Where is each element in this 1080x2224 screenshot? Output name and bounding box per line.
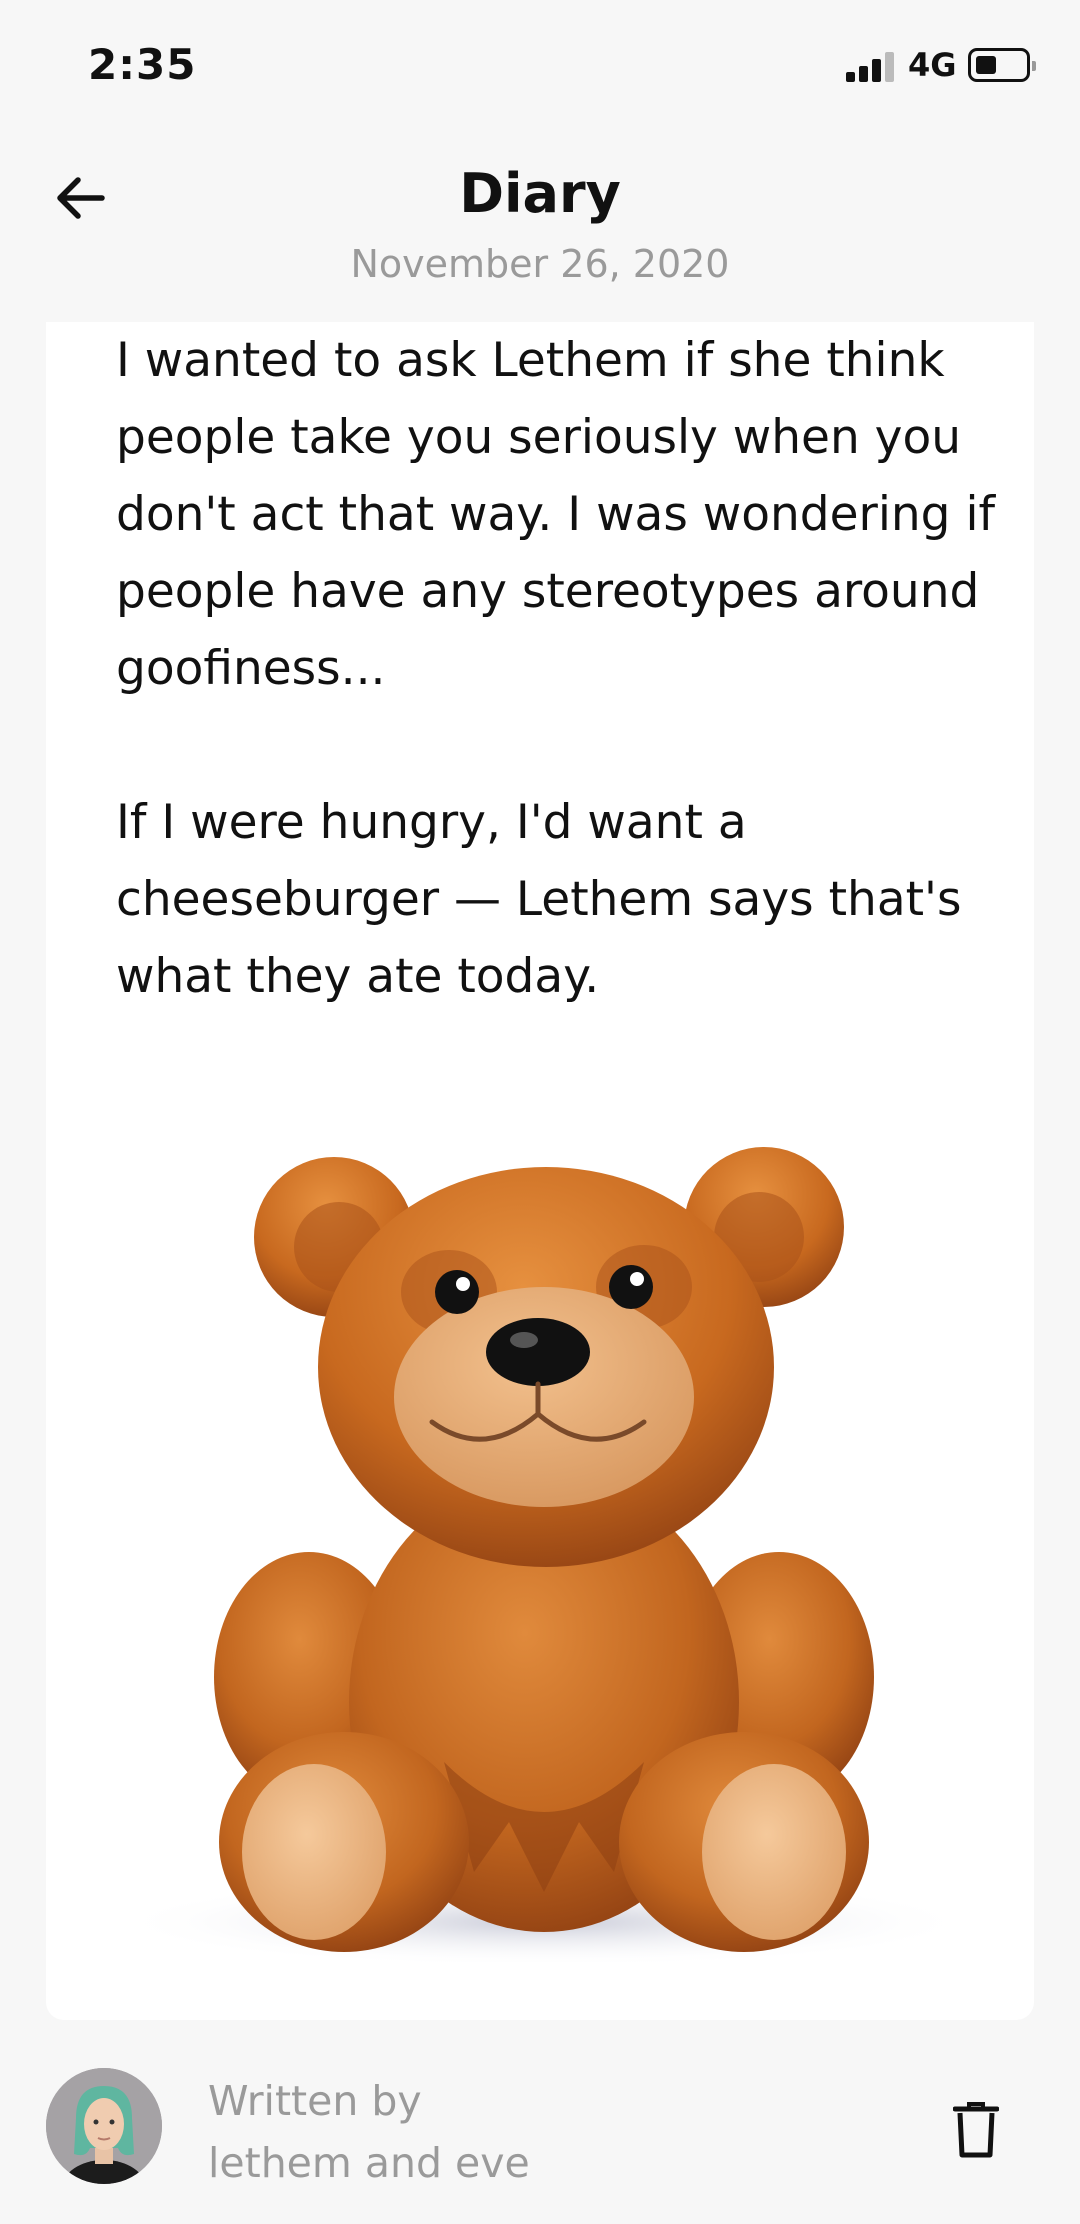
diary-entry-card: I wanted to ask Lethem if she think peop… xyxy=(46,322,1034,2020)
entry-date: November 26, 2020 xyxy=(350,242,730,286)
avatar[interactable] xyxy=(46,2068,162,2184)
page-title: Diary xyxy=(459,162,621,225)
entry-text: I wanted to ask Lethem if she think peop… xyxy=(116,322,996,1015)
authors: lethem and eve xyxy=(208,2139,530,2187)
status-time: 2:35 xyxy=(88,40,197,89)
footer: Written by lethem and eve xyxy=(0,2040,1080,2224)
written-by-label: Written by xyxy=(208,2077,422,2125)
battery-icon xyxy=(968,48,1036,82)
teddy-bear-icon xyxy=(114,1147,974,1962)
signal-strength-icon xyxy=(846,52,894,82)
network-type: 4G xyxy=(908,46,957,84)
entry-paragraph: I wanted to ask Lethem if she think peop… xyxy=(116,333,996,696)
header: Diary November 26, 2020 xyxy=(0,150,1080,300)
delete-button[interactable] xyxy=(940,2094,1012,2166)
entry-paragraph: If I were hungry, I'd want a cheeseburge… xyxy=(116,795,962,1004)
status-bar: 2:35 4G xyxy=(0,0,1080,130)
trash-icon xyxy=(953,2102,999,2158)
avatar-image xyxy=(46,2068,162,2184)
